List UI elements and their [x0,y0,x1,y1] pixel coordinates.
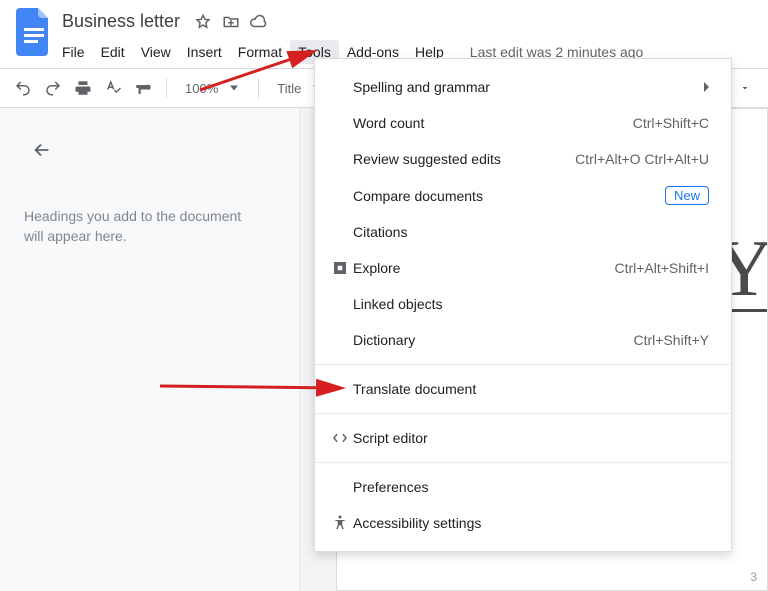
tools-item-linked-objects[interactable]: Linked objects [315,286,731,322]
tools-item-label: Script editor [353,430,709,446]
submenu-arrow-icon [704,82,709,92]
tools-item-label: Dictionary [353,332,634,348]
script-icon [327,429,353,447]
menu-separator [315,413,731,414]
menu-file[interactable]: File [54,40,93,64]
tools-item-review-suggested[interactable]: Review suggested editsCtrl+Alt+O Ctrl+Al… [315,141,731,177]
tools-item-label: Citations [353,224,709,240]
blank-icon [327,150,353,168]
tools-item-label: Word count [353,115,633,131]
blank-icon [327,478,353,496]
tools-item-translate[interactable]: Translate document [315,371,731,407]
tools-item-label: Explore [353,260,614,276]
blank-icon [327,380,353,398]
tools-item-label: Translate document [353,381,709,397]
blank-icon [327,331,353,349]
tools-item-label: Review suggested edits [353,151,575,167]
blank-icon [327,78,353,96]
zoom-value: 100% [185,81,218,96]
blank-icon [327,114,353,132]
move-to-folder-icon[interactable] [222,13,240,31]
redo-button[interactable] [40,75,66,101]
tools-item-accessibility[interactable]: Accessibility settings [315,505,731,541]
tools-item-dictionary[interactable]: DictionaryCtrl+Shift+Y [315,322,731,358]
outline-pane: Headings you add to the document will ap… [0,108,300,591]
undo-button[interactable] [10,75,36,101]
new-badge: New [665,186,709,205]
menu-view[interactable]: View [133,40,179,64]
outline-placeholder: Headings you add to the document will ap… [24,206,264,247]
style-value: Title [277,81,301,96]
tools-item-label: Spelling and grammar [353,79,704,95]
tools-item-label: Preferences [353,479,709,495]
tools-item-script-editor[interactable]: Script editor [315,420,731,456]
tools-menu-dropdown: Spelling and grammarWord countCtrl+Shift… [314,58,732,552]
menu-format[interactable]: Format [230,40,290,64]
blank-icon [327,295,353,313]
tools-item-label: Accessibility settings [353,515,709,531]
accessibility-icon [327,514,353,532]
keyboard-shortcut: Ctrl+Shift+Y [634,332,709,348]
print-button[interactable] [70,75,96,101]
tools-item-explore[interactable]: ExploreCtrl+Alt+Shift+I [315,250,731,286]
explore-icon [327,259,353,277]
zoom-select[interactable]: 100% [177,75,248,101]
tools-item-spelling-grammar[interactable]: Spelling and grammar [315,69,731,105]
outline-back-button[interactable] [24,132,60,168]
keyboard-shortcut: Ctrl+Alt+O Ctrl+Alt+U [575,151,709,167]
blank-icon [327,223,353,241]
keyboard-shortcut: Ctrl+Shift+C [633,115,709,131]
tools-item-label: Linked objects [353,296,709,312]
menu-insert[interactable]: Insert [179,40,230,64]
tools-item-citations[interactable]: Citations [315,214,731,250]
docs-app-icon[interactable] [14,5,54,59]
page-number: 3 [750,570,757,584]
tools-item-preferences[interactable]: Preferences [315,469,731,505]
menu-separator [315,364,731,365]
paint-format-button[interactable] [130,75,156,101]
tools-item-label: Compare documents [353,188,665,204]
keyboard-shortcut: Ctrl+Alt+Shift+I [614,260,709,276]
menu-separator [315,462,731,463]
tools-item-compare-docs[interactable]: Compare documentsNew [315,177,731,214]
chevron-down-icon[interactable] [732,75,758,101]
document-title[interactable]: Business letter [58,9,184,34]
cloud-saved-icon[interactable] [250,13,268,31]
tools-item-word-count[interactable]: Word countCtrl+Shift+C [315,105,731,141]
star-icon[interactable] [194,13,212,31]
blank-icon [327,187,353,205]
menu-edit[interactable]: Edit [93,40,133,64]
spellcheck-button[interactable] [100,75,126,101]
